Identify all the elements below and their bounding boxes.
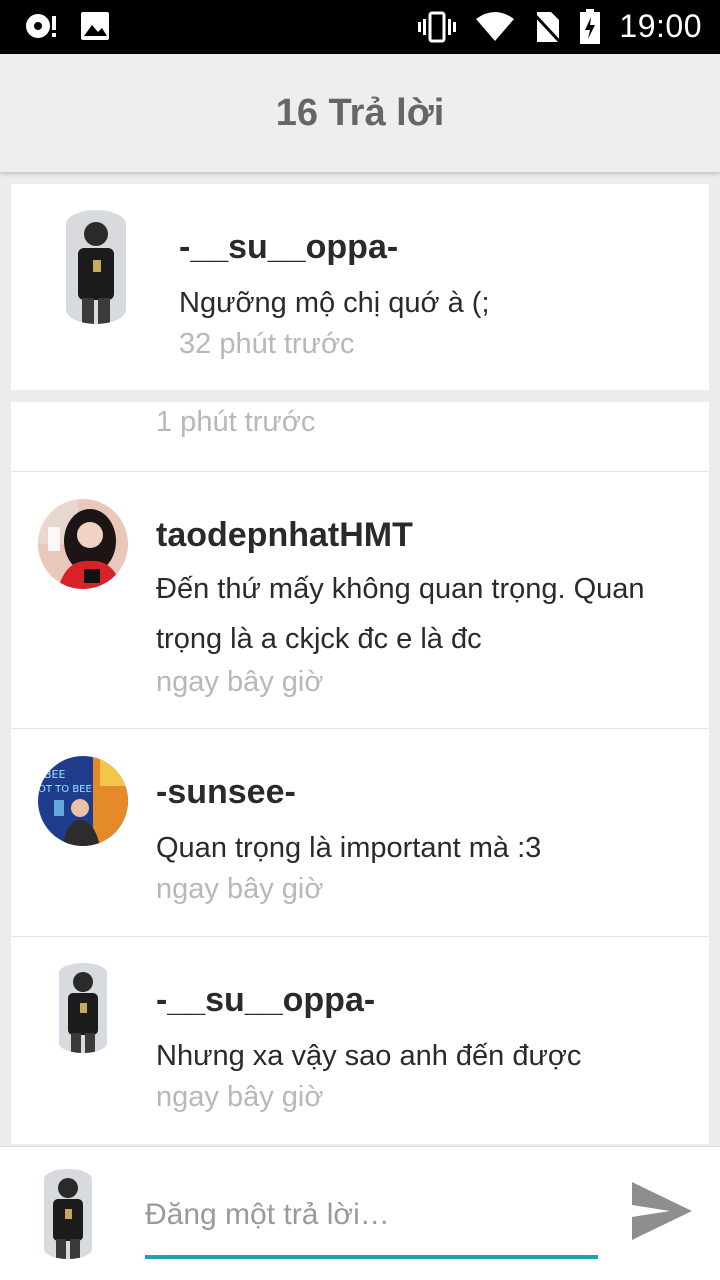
comment-username[interactable]: taodepnhatHMT <box>156 516 413 555</box>
comment-text: Đến thứ mấy không quan trọng. Quan trọng… <box>156 573 645 655</box>
parent-comment: -__su__oppa- Ngưỡng mộ chị quớ à (; 32 p… <box>11 184 709 390</box>
avatar[interactable] <box>66 210 126 324</box>
reply-input[interactable] <box>145 1189 598 1241</box>
comment-time: ngay bây giờ <box>156 873 324 905</box>
list-item: taodepnhatHMT Đến thứ mấy không quan trọ… <box>11 472 709 728</box>
comment-username[interactable]: -__su__oppa- <box>156 981 375 1020</box>
no-sim-icon <box>533 11 562 43</box>
comment-time: 1 phút trước <box>156 406 316 438</box>
status-bar: 19:00 <box>0 0 720 54</box>
parent-comment-card: -__su__oppa- Ngưỡng mộ chị quớ à (; 32 p… <box>11 184 709 390</box>
avatar[interactable]: BEE OT TO BEE <box>38 756 128 846</box>
comment-username[interactable]: -sunsee- <box>156 773 296 812</box>
list-item: BEE OT TO BEE -sunsee- Quan trọng là imp… <box>11 729 709 936</box>
list-item: -__su__oppa- Nhưng xa vậy sao anh đến đư… <box>11 937 709 1144</box>
wifi-icon <box>476 11 515 41</box>
replies-list[interactable]: 1 phút trước taodepnhatHMT Đến thứ mấy k… <box>11 402 709 1144</box>
comment-text: Ngưỡng mộ chị quớ à (; <box>179 287 490 319</box>
svg-text:BEE: BEE <box>44 768 65 781</box>
avatar <box>44 1169 92 1259</box>
vibrate-icon <box>418 11 457 42</box>
page-title: 16 Trả lời <box>275 91 445 134</box>
clock: 19:00 <box>619 8 702 44</box>
battery-charging-icon <box>580 8 601 44</box>
comment-username[interactable]: -__su__oppa- <box>179 228 398 267</box>
app-notification-icon <box>26 14 56 38</box>
reply-composer <box>0 1146 720 1280</box>
avatar[interactable] <box>59 963 107 1053</box>
avatar[interactable] <box>38 499 128 589</box>
comment-time: ngay bây giờ <box>156 1081 324 1113</box>
comment-time: ngay bây giờ <box>156 666 324 698</box>
comment-text: Nhưng xa vậy sao anh đến được <box>156 1040 582 1072</box>
comment-time: 32 phút trước <box>179 328 355 360</box>
svg-text:OT TO BEE: OT TO BEE <box>38 784 92 795</box>
comment-text: Quan trọng là important mà :3 <box>156 832 542 864</box>
input-underline <box>145 1255 598 1259</box>
image-icon <box>81 12 109 40</box>
app-bar: 16 Trả lời <box>0 54 720 172</box>
send-icon[interactable] <box>630 1180 694 1242</box>
